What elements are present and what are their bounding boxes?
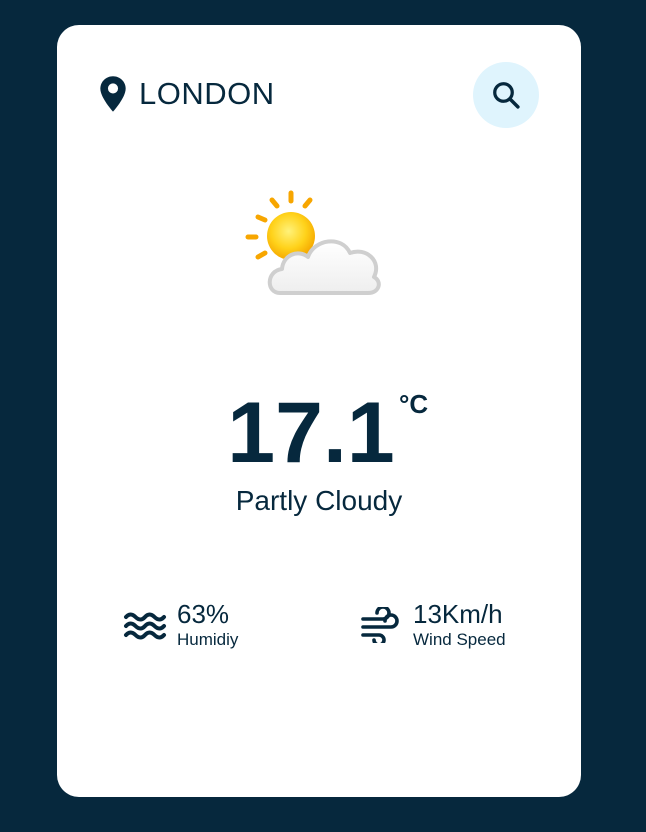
wind-icon [361,607,399,643]
search-button[interactable] [473,62,539,128]
partly-cloudy-icon [245,190,381,295]
weather-card: LONDON 17.1 °C Partly Cloudy 63% Humidiy… [57,25,581,797]
humidity-value: 63% [177,599,230,629]
temperature-value: 17.1 [227,385,395,481]
location-header: LONDON [97,75,275,113]
wind-value: 13Km/h [413,599,503,629]
water-waves-icon [124,612,166,640]
temperature-block: 17.1 [57,390,581,476]
humidity-stat: 63% Humidiy [123,599,238,651]
search-icon [493,82,520,109]
temperature-unit: °C [399,389,429,419]
humidity-label: Humidiy [177,630,239,649]
wind-stat: 13Km/h Wind Speed [359,599,506,651]
wind-label: Wind Speed [413,630,506,649]
map-pin-icon [100,76,126,112]
city-name: LONDON [139,76,275,111]
weather-condition: Partly Cloudy [235,485,403,516]
